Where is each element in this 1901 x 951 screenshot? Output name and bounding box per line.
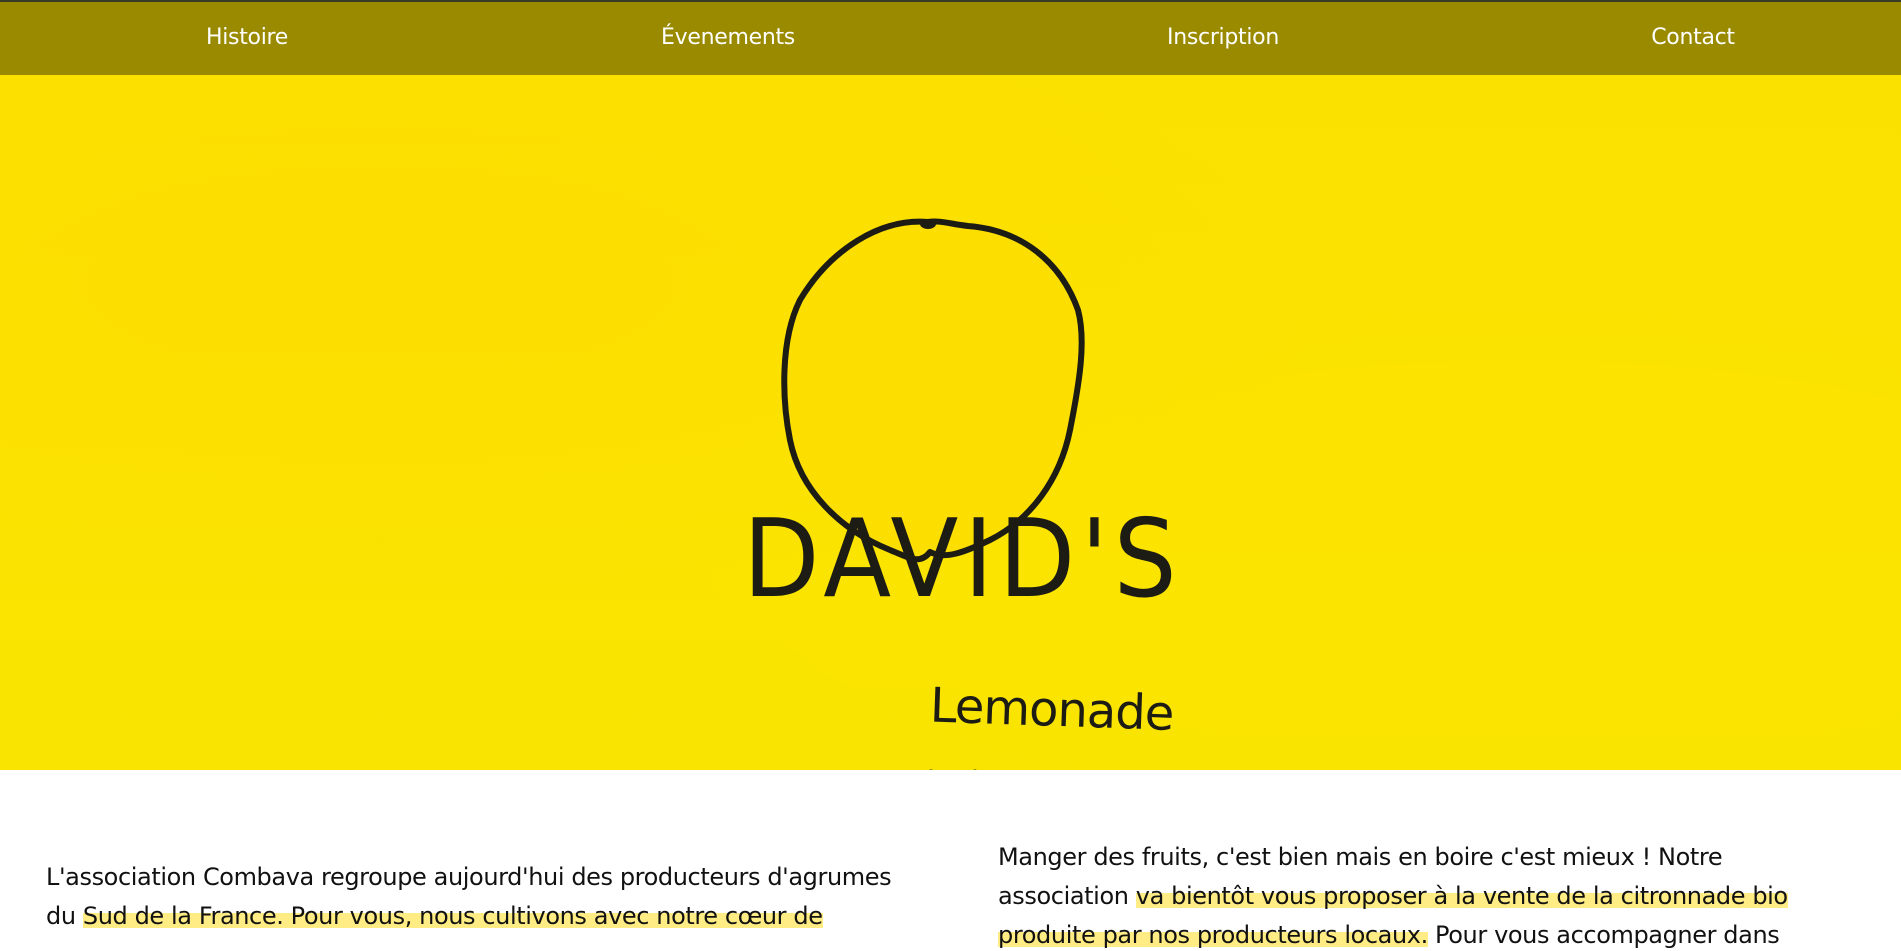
- lemon-drawing: [781, 218, 1085, 563]
- intro-right-text-end: Pour vous accompagner dans: [1427, 921, 1780, 949]
- intro-paragraph-left: L'association Combava regroupe aujourd'h…: [46, 858, 906, 936]
- main-nav: Histoire Évenements Inscription Contact: [0, 0, 1901, 75]
- nav-inscription[interactable]: Inscription: [1167, 22, 1279, 54]
- nav-evenements[interactable]: Évenements: [661, 22, 795, 54]
- logo-subtitle: Lemonade: [929, 677, 1175, 742]
- content-section: L'association Combava regroupe aujourd'h…: [0, 770, 1901, 951]
- hero-section: DAVID'S Lemonade: [0, 75, 1901, 797]
- intro-paragraph-right: Manger des fruits, c'est bien mais en bo…: [998, 838, 1858, 951]
- nav-contact[interactable]: Contact: [1651, 22, 1735, 54]
- logo-title: DAVID'S: [743, 497, 1183, 622]
- intro-left-highlight: Sud de la France. Pour vous, nous cultiv…: [82, 902, 823, 930]
- nav-histoire[interactable]: Histoire: [206, 22, 288, 54]
